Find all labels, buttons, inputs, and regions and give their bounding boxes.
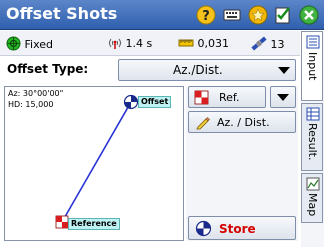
precision-text: 0,031 (197, 37, 230, 50)
close-icon[interactable] (299, 5, 319, 25)
reference-button[interactable]: Ref. (188, 86, 266, 108)
radio-interval-text: 1.4 s (125, 37, 153, 50)
form-icon (306, 35, 320, 49)
radio-interval[interactable]: 1.4 s (108, 36, 152, 50)
tab-map[interactable]: Map (301, 173, 323, 223)
store-button[interactable]: Store (188, 216, 296, 240)
tab-result[interactable]: Result. (301, 103, 323, 171)
reference-point-icon (194, 90, 209, 105)
satellite-icon (251, 36, 267, 51)
tab-map-label: Map (306, 193, 319, 217)
precision-status[interactable]: 0,031 (178, 36, 229, 50)
offset-point-icon (123, 94, 139, 110)
offset-point-label: Offset (138, 96, 172, 108)
checklist-icon[interactable] (273, 5, 293, 25)
title-bar: Offset Shots ? (0, 0, 324, 30)
azimuth-distance-label: Az. / Dist. (217, 116, 270, 129)
radio-antenna-icon (109, 38, 121, 49)
tab-input[interactable]: Input (301, 31, 323, 101)
offset-type-label: Offset Type: (7, 62, 89, 76)
offset-graphic[interactable]: Az: 30°00'00" HD: 15,000 Offset Referenc… (4, 86, 184, 241)
offset-type-value: Az./Dist. (173, 63, 223, 77)
window-title: Offset Shots (6, 4, 118, 23)
help-icon[interactable]: ? (196, 5, 216, 25)
reference-dropdown-button[interactable] (270, 86, 296, 108)
fix-status-text: Fixed (24, 38, 54, 51)
favorite-star-icon[interactable] (248, 5, 268, 25)
store-button-label: Store (219, 222, 256, 236)
gnss-fix-icon (6, 36, 21, 51)
keyboard-icon[interactable] (222, 5, 242, 25)
reference-point-label: Reference (68, 218, 120, 230)
side-tab-strip: Input Result. Map (301, 31, 324, 247)
status-bar: Fixed 1.4 s 0,031 13 (0, 31, 300, 56)
reference-button-label: Ref. (219, 91, 240, 104)
ruler-icon (178, 39, 194, 47)
chevron-down-icon (278, 67, 290, 74)
offset-type-dropdown[interactable]: Az./Dist. (118, 59, 296, 81)
store-point-icon (195, 220, 212, 237)
fix-status[interactable]: Fixed (6, 36, 53, 51)
table-icon (306, 107, 320, 121)
offset-line (61, 101, 132, 223)
chevron-down-icon (277, 94, 289, 101)
svg-text:?: ? (202, 9, 210, 24)
tab-result-label: Result. (306, 123, 319, 161)
satellite-count: 13 (270, 38, 285, 51)
azimuth-distance-button[interactable]: Az. / Dist. (188, 111, 296, 133)
map-icon (306, 177, 320, 191)
tab-input-label: Input (306, 52, 319, 81)
pencil-icon (196, 117, 210, 130)
offset-type-row: Offset Type: Az./Dist. (0, 57, 300, 83)
reference-point-icon (55, 215, 69, 229)
satellite-status[interactable]: 13 (251, 36, 285, 51)
